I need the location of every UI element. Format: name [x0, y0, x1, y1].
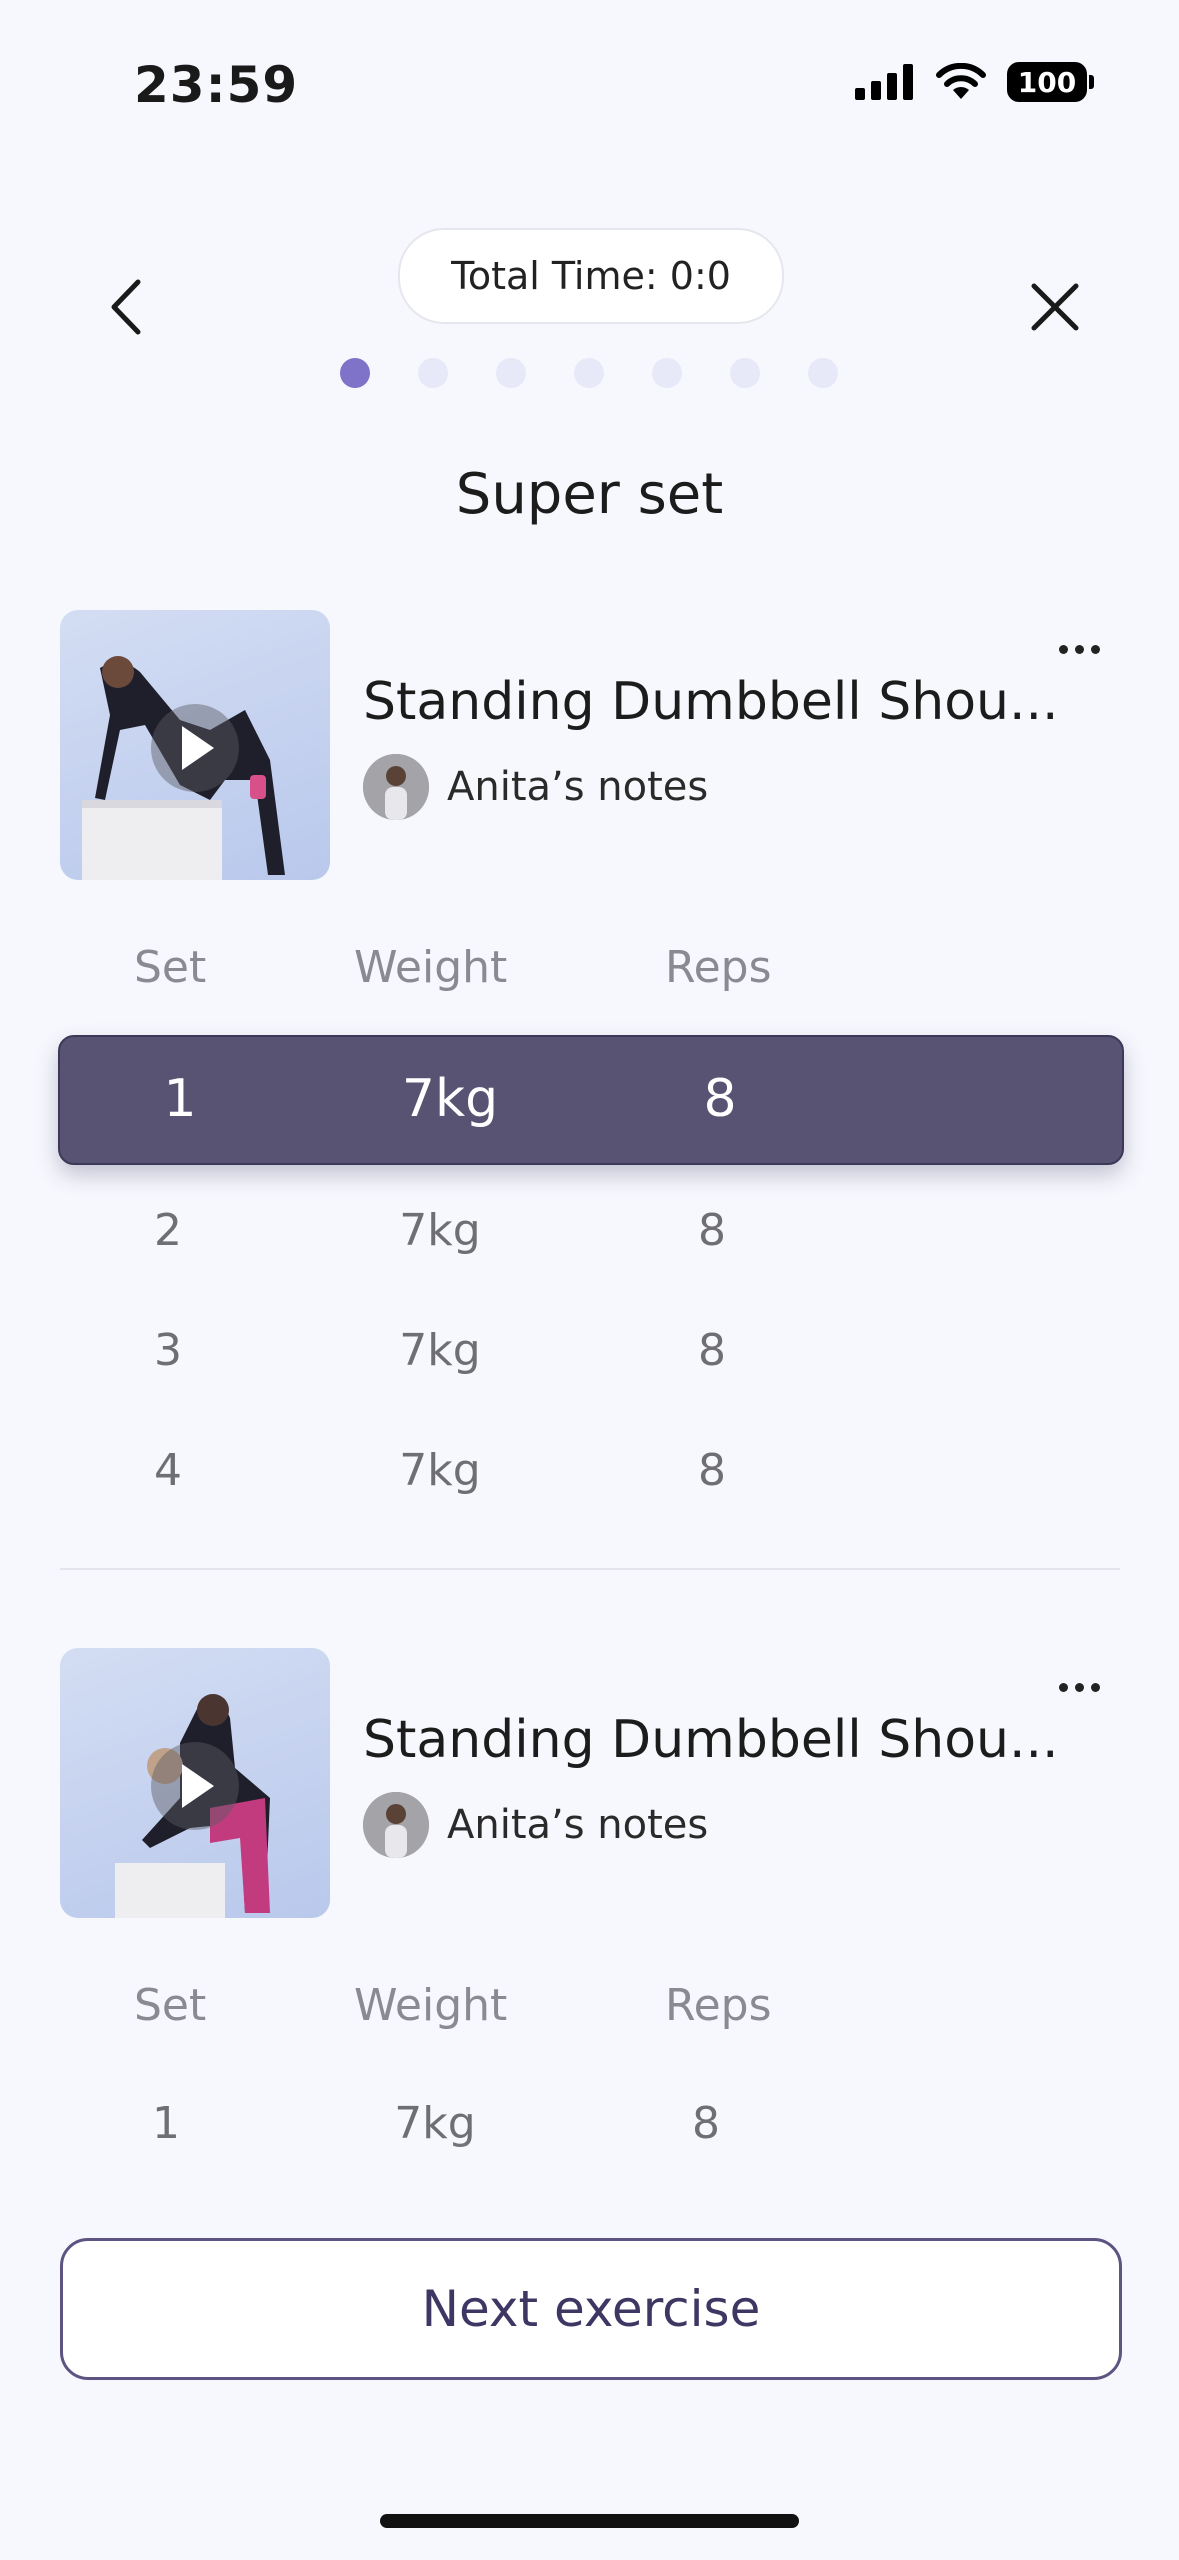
exercise-title[interactable]: Standing Dumbbell Shou...: [363, 672, 1059, 732]
close-button[interactable]: [1020, 272, 1090, 342]
exercise-video-thumbnail[interactable]: [60, 1648, 330, 1918]
set-row[interactable]: 2 7kg 8: [0, 1205, 1179, 1265]
trainer-avatar: [363, 754, 429, 820]
col-header-reps: Reps: [665, 942, 772, 993]
col-header-weight: Weight: [354, 942, 508, 993]
exercise-illustration: [82, 656, 285, 880]
set-weight: 7kg: [401, 1069, 499, 1129]
total-time-value: 0:0: [669, 254, 731, 298]
total-time-label: Total Time:: [451, 254, 658, 298]
col-header-reps: Reps: [665, 1980, 772, 2031]
set-weight: 7kg: [399, 1325, 481, 1376]
progress-dot: [730, 358, 760, 388]
col-header-set: Set: [134, 1980, 207, 2031]
col-header-set: Set: [134, 942, 207, 993]
trainer-avatar: [363, 1792, 429, 1858]
cellular-signal-icon: [855, 64, 913, 100]
status-time: 23:59: [134, 56, 299, 114]
home-indicator: [380, 2514, 799, 2528]
set-number: 4: [154, 1445, 182, 1496]
chevron-left-icon: [111, 279, 141, 335]
close-icon: [1031, 283, 1079, 331]
wifi-icon: [936, 63, 986, 99]
col-header-weight: Weight: [354, 1980, 508, 2031]
progress-dot: [574, 358, 604, 388]
set-reps: 8: [698, 1325, 726, 1376]
total-time-pill: Total Time: 0:0: [398, 228, 784, 324]
status-icons: 100: [855, 62, 1094, 102]
page-title: Super set: [455, 462, 724, 527]
divider: [60, 1568, 1120, 1570]
more-icon: [1058, 644, 1068, 654]
progress-dot: [652, 358, 682, 388]
set-reps: 8: [698, 1445, 726, 1496]
set-number: 2: [154, 1205, 182, 1256]
set-reps: 8: [698, 1205, 726, 1256]
set-weight: 7kg: [399, 1445, 481, 1496]
progress-dot: [418, 358, 448, 388]
notes-label: Anita’s notes: [447, 764, 709, 810]
active-set-row[interactable]: 1 7kg 8: [58, 1035, 1124, 1165]
trainer-notes-link[interactable]: Anita’s notes: [363, 1792, 708, 1858]
notes-label: Anita’s notes: [447, 1802, 709, 1848]
set-weight: 7kg: [399, 1205, 481, 1256]
exercise-title[interactable]: Standing Dumbbell Shou...: [363, 1710, 1059, 1770]
exercise-illustration: [115, 1694, 270, 1918]
trainer-notes-link[interactable]: Anita’s notes: [363, 754, 708, 820]
progress-dot: [496, 358, 526, 388]
next-exercise-button[interactable]: Next exercise: [60, 2238, 1122, 2380]
progress-dot: [808, 358, 838, 388]
set-number: 3: [154, 1325, 182, 1376]
progress-dots: [340, 358, 838, 388]
set-reps: 8: [703, 1069, 737, 1129]
progress-dot: [340, 358, 370, 388]
more-options-button[interactable]: [1044, 1667, 1114, 1707]
set-row[interactable]: 3 7kg 8: [0, 1325, 1179, 1385]
exercise-video-thumbnail[interactable]: [60, 610, 330, 880]
more-icon: [1058, 1682, 1068, 1692]
battery-icon: 100: [1007, 62, 1094, 102]
set-number: 1: [163, 1069, 197, 1129]
more-options-button[interactable]: [1044, 629, 1114, 669]
back-button[interactable]: [96, 272, 156, 342]
set-row[interactable]: 4 7kg 8: [0, 1445, 1179, 1505]
